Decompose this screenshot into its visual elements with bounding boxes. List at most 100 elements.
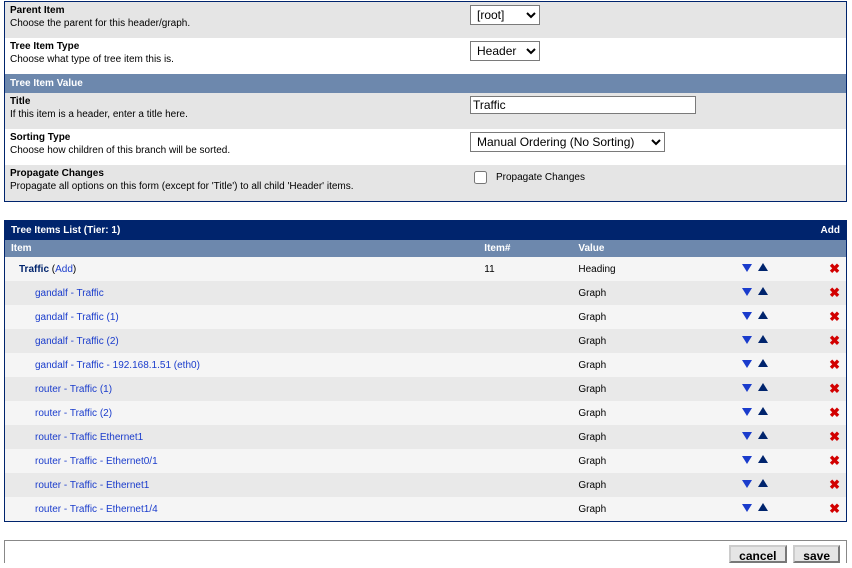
table-row: gandalf - Traffic Graph ✖ bbox=[5, 281, 847, 305]
item-number bbox=[478, 377, 572, 401]
delete-icon[interactable]: ✖ bbox=[829, 261, 840, 276]
delete-icon[interactable]: ✖ bbox=[829, 501, 840, 516]
arrow-down-icon[interactable] bbox=[741, 262, 753, 273]
arrow-down-icon[interactable] bbox=[741, 478, 753, 489]
table-row: router - Traffic Ethernet1 Graph ✖ bbox=[5, 425, 847, 449]
item-number bbox=[478, 449, 572, 473]
title-field[interactable] bbox=[470, 96, 696, 114]
arrow-down-icon[interactable] bbox=[741, 358, 753, 369]
select-sorting-type[interactable]: Manual Ordering (No Sorting) bbox=[470, 132, 665, 152]
item-link[interactable]: gandalf - Traffic - 192.168.1.51 (eth0) bbox=[35, 360, 200, 371]
item-link[interactable]: Traffic bbox=[19, 264, 49, 275]
item-link[interactable]: router - Traffic (2) bbox=[35, 408, 112, 419]
item-link[interactable]: router - Traffic - Ethernet1 bbox=[35, 480, 149, 491]
checkbox-propagate[interactable] bbox=[474, 171, 487, 184]
item-value: Graph bbox=[572, 497, 702, 522]
arrow-down-icon[interactable] bbox=[741, 502, 753, 513]
list-title: Tree Items List (Tier: 1) bbox=[5, 221, 703, 241]
delete-icon[interactable]: ✖ bbox=[829, 309, 840, 324]
label-sorting-type: Sorting Type bbox=[10, 132, 460, 143]
arrow-up-icon[interactable] bbox=[757, 286, 769, 297]
table-row: router - Traffic (1) Graph ✖ bbox=[5, 377, 847, 401]
checkbox-propagate-label: Propagate Changes bbox=[496, 172, 585, 183]
item-link[interactable]: router - Traffic - Ethernet1/4 bbox=[35, 504, 158, 515]
item-link[interactable]: gandalf - Traffic bbox=[35, 288, 104, 299]
col-item: Item bbox=[5, 240, 479, 257]
delete-icon[interactable]: ✖ bbox=[829, 381, 840, 396]
delete-icon[interactable]: ✖ bbox=[829, 453, 840, 468]
arrow-up-icon[interactable] bbox=[757, 262, 769, 273]
item-number bbox=[478, 305, 572, 329]
help-tree-item-type: Choose what type of tree item this is. bbox=[10, 54, 174, 65]
item-number bbox=[478, 401, 572, 425]
item-value: Heading bbox=[572, 257, 702, 281]
delete-icon[interactable]: ✖ bbox=[829, 333, 840, 348]
arrow-down-icon[interactable] bbox=[741, 382, 753, 393]
item-value: Graph bbox=[572, 449, 702, 473]
select-parent-item[interactable]: [root] bbox=[470, 5, 540, 25]
cancel-button[interactable]: cancel bbox=[729, 545, 786, 563]
arrow-down-icon[interactable] bbox=[741, 286, 753, 297]
arrow-down-icon[interactable] bbox=[741, 454, 753, 465]
arrow-down-icon[interactable] bbox=[741, 310, 753, 321]
arrow-up-icon[interactable] bbox=[757, 454, 769, 465]
item-number bbox=[478, 281, 572, 305]
item-number bbox=[478, 353, 572, 377]
item-link[interactable]: router - Traffic Ethernet1 bbox=[35, 432, 143, 443]
item-value: Graph bbox=[572, 329, 702, 353]
add-link-top[interactable]: Add bbox=[821, 225, 840, 236]
arrow-down-icon[interactable] bbox=[741, 406, 753, 417]
label-tree-item-type: Tree Item Type bbox=[10, 41, 460, 52]
arrow-up-icon[interactable] bbox=[757, 478, 769, 489]
item-number bbox=[478, 425, 572, 449]
item-value: Graph bbox=[572, 401, 702, 425]
add-child-link[interactable]: Add bbox=[55, 264, 73, 275]
save-button[interactable]: save bbox=[793, 545, 840, 563]
col-value: Value bbox=[572, 240, 702, 257]
delete-icon[interactable]: ✖ bbox=[829, 357, 840, 372]
arrow-up-icon[interactable] bbox=[757, 382, 769, 393]
section-tree-item-value: Tree Item Value bbox=[5, 74, 847, 93]
item-link[interactable]: gandalf - Traffic (2) bbox=[35, 336, 119, 347]
table-row: router - Traffic (2) Graph ✖ bbox=[5, 401, 847, 425]
arrow-up-icon[interactable] bbox=[757, 334, 769, 345]
help-title: If this item is a header, enter a title … bbox=[10, 109, 188, 120]
delete-icon[interactable]: ✖ bbox=[829, 477, 840, 492]
item-number: 11 bbox=[478, 257, 572, 281]
item-value: Graph bbox=[572, 377, 702, 401]
item-number bbox=[478, 473, 572, 497]
table-row: router - Traffic - Ethernet1/4 Graph ✖ bbox=[5, 497, 847, 522]
item-link[interactable]: router - Traffic - Ethernet0/1 bbox=[35, 456, 158, 467]
item-value: Graph bbox=[572, 281, 702, 305]
table-row: gandalf - Traffic (2) Graph ✖ bbox=[5, 329, 847, 353]
item-value: Graph bbox=[572, 473, 702, 497]
item-link[interactable]: gandalf - Traffic (1) bbox=[35, 312, 119, 323]
table-row: Traffic (Add)11Heading✖ bbox=[5, 257, 847, 281]
item-value: Graph bbox=[572, 425, 702, 449]
arrow-up-icon[interactable] bbox=[757, 502, 769, 513]
item-number bbox=[478, 329, 572, 353]
arrow-down-icon[interactable] bbox=[741, 430, 753, 441]
table-row: router - Traffic - Ethernet1 Graph ✖ bbox=[5, 473, 847, 497]
help-sorting-type: Choose how children of this branch will … bbox=[10, 145, 230, 156]
label-parent-item: Parent Item bbox=[10, 5, 460, 16]
arrow-up-icon[interactable] bbox=[757, 358, 769, 369]
help-propagate: Propagate all options on this form (exce… bbox=[10, 181, 354, 192]
item-link[interactable]: router - Traffic (1) bbox=[35, 384, 112, 395]
col-num: Item# bbox=[478, 240, 572, 257]
label-title: Title bbox=[10, 96, 460, 107]
help-parent-item: Choose the parent for this header/graph. bbox=[10, 18, 190, 29]
table-row: gandalf - Traffic (1)Graph✖ bbox=[5, 305, 847, 329]
arrow-up-icon[interactable] bbox=[757, 310, 769, 321]
arrow-up-icon[interactable] bbox=[757, 430, 769, 441]
arrow-down-icon[interactable] bbox=[741, 334, 753, 345]
table-row: gandalf - Traffic - 192.168.1.51 (eth0)G… bbox=[5, 353, 847, 377]
delete-icon[interactable]: ✖ bbox=[829, 285, 840, 300]
select-tree-item-type[interactable]: Header bbox=[470, 41, 540, 61]
arrow-up-icon[interactable] bbox=[757, 406, 769, 417]
delete-icon[interactable]: ✖ bbox=[829, 405, 840, 420]
delete-icon[interactable]: ✖ bbox=[829, 429, 840, 444]
label-propagate: Propagate Changes bbox=[10, 168, 460, 179]
item-number bbox=[478, 497, 572, 522]
table-row: router - Traffic - Ethernet0/1 Graph ✖ bbox=[5, 449, 847, 473]
